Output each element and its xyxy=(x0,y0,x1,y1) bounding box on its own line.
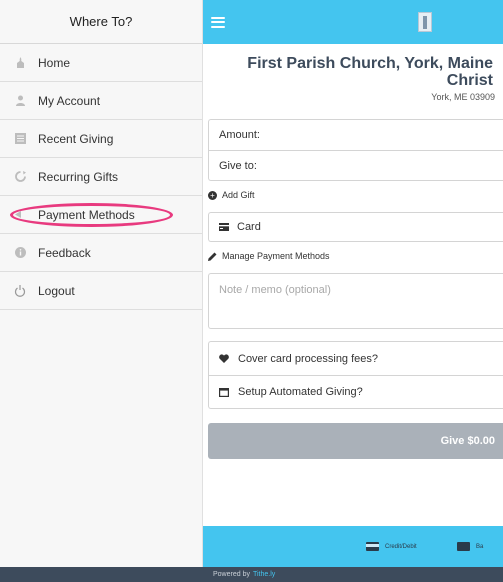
add-gift-link[interactable]: + Add Gift xyxy=(208,190,503,200)
giving-options: Cover card processing fees? Setup Automa… xyxy=(208,341,503,409)
give-to-field[interactable]: Give to: xyxy=(209,150,503,180)
credit-card-icon xyxy=(366,542,379,551)
power-icon xyxy=(14,284,26,297)
brand-link[interactable]: Tithe.ly xyxy=(253,571,275,578)
top-bar xyxy=(203,0,503,44)
pointer-icon xyxy=(14,209,26,221)
sidebar-item-feedback[interactable]: Feedback xyxy=(0,234,202,272)
gift-fields: Amount: Give to: xyxy=(208,119,503,181)
credit-card-icon xyxy=(219,223,230,231)
sidebar-item-my-account[interactable]: My Account xyxy=(0,82,202,120)
list-icon xyxy=(14,133,26,145)
sidebar-item-payment-methods[interactable]: Payment Methods xyxy=(0,196,202,234)
setup-automated-giving-toggle[interactable]: Setup Automated Giving? xyxy=(209,375,503,408)
bank-icon xyxy=(457,542,470,551)
tab-bank-label: Ba xyxy=(476,543,484,550)
pencil-icon xyxy=(208,252,217,261)
setup-automated-giving-label: Setup Automated Giving? xyxy=(238,386,363,398)
sidebar-item-label: Recent Giving xyxy=(38,131,114,146)
hamburger-menu-icon[interactable] xyxy=(211,16,225,28)
payment-type-tabs: Credit/Debit Ba xyxy=(203,526,503,567)
add-gift-label: Add Gift xyxy=(222,190,255,200)
footer: Powered by Tithe.ly xyxy=(0,567,503,582)
powered-by-label: Powered by xyxy=(213,571,250,578)
tab-bank[interactable]: Ba xyxy=(457,542,483,551)
payment-method-label: Card xyxy=(237,221,261,233)
sidebar-item-home[interactable]: Home xyxy=(0,44,202,82)
user-icon xyxy=(14,95,26,107)
sidebar-item-label: Recurring Gifts xyxy=(38,169,119,184)
plus-circle-icon: + xyxy=(208,190,217,200)
amount-label: Amount: xyxy=(219,129,260,141)
payment-method-select[interactable]: Card xyxy=(208,212,503,242)
sidebar-item-label: Feedback xyxy=(38,245,91,260)
sidebar: Where To? Home My Account Recent Giving … xyxy=(0,0,203,567)
manage-payment-methods-label: Manage Payment Methods xyxy=(222,251,330,261)
sidebar-item-logout[interactable]: Logout xyxy=(0,272,202,310)
sidebar-item-label: Logout xyxy=(38,283,75,298)
church-icon xyxy=(14,57,26,69)
sidebar-item-label: Home xyxy=(38,55,71,70)
give-to-label: Give to: xyxy=(219,159,257,172)
cover-fees-label: Cover card processing fees? xyxy=(238,352,379,365)
heart-icon xyxy=(219,354,230,363)
refresh-icon xyxy=(14,171,26,183)
sidebar-item-recent-giving[interactable]: Recent Giving xyxy=(0,120,202,158)
manage-payment-methods-link[interactable]: Manage Payment Methods xyxy=(208,251,503,261)
sidebar-item-label: Payment Methods xyxy=(38,207,135,222)
organization-name: First Parish Church, York, Maine Christ xyxy=(247,55,493,89)
info-icon xyxy=(14,247,26,259)
main-panel: First Parish Church, York, Maine Christ … xyxy=(203,0,503,567)
church-logo-icon xyxy=(418,12,432,32)
give-button[interactable]: Give $0.00 xyxy=(208,423,503,459)
sidebar-item-label: My Account xyxy=(38,93,101,108)
sidebar-title: Where To? xyxy=(0,0,202,44)
organization-location: York, ME 03909 xyxy=(431,92,495,102)
cover-fees-toggle[interactable]: Cover card processing fees? xyxy=(209,342,503,375)
amount-field[interactable]: Amount: xyxy=(209,120,503,150)
tab-credit-debit[interactable]: Credit/Debit xyxy=(366,542,417,551)
calendar-icon xyxy=(219,387,230,397)
sidebar-item-recurring-gifts[interactable]: Recurring Gifts xyxy=(0,158,202,196)
tab-credit-debit-label: Credit/Debit xyxy=(385,543,417,550)
memo-input[interactable] xyxy=(208,273,503,329)
